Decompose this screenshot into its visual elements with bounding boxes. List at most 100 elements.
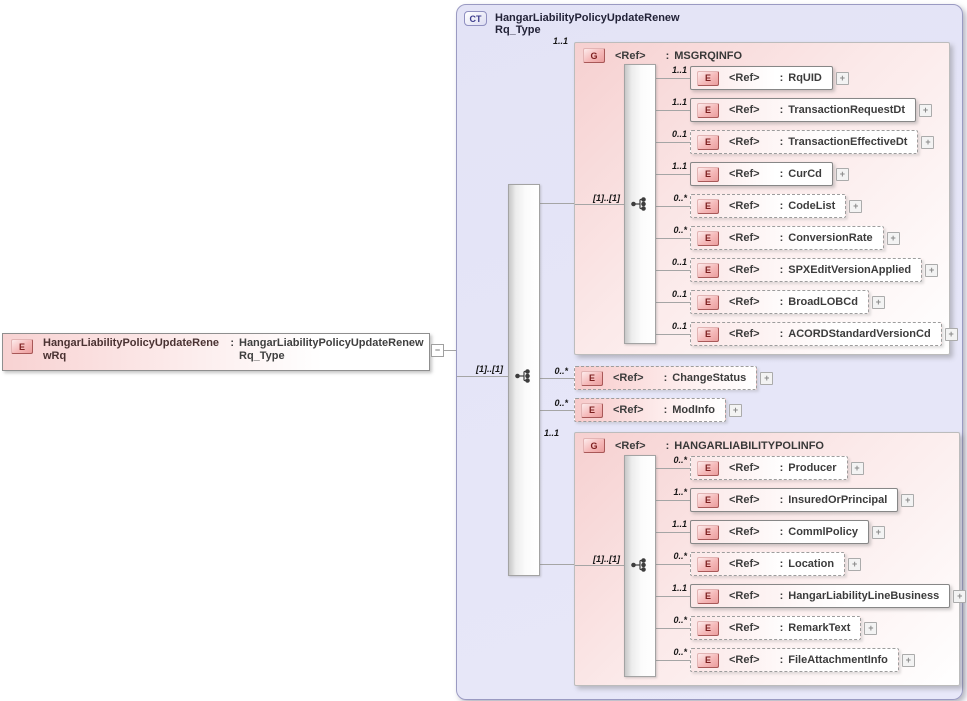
expand-icon[interactable]: +: [901, 494, 914, 507]
expand-icon[interactable]: +: [925, 264, 938, 277]
cardinality-label: 1..1: [523, 428, 559, 438]
root-element-box[interactable]: E HangarLiabilityPolicyUpdateRenewRq : H…: [2, 333, 430, 371]
element-box[interactable]: E <Ref> : FileAttachmentInfo: [690, 648, 899, 672]
cardinality-label: 0..*: [535, 366, 568, 376]
expand-icon[interactable]: +: [872, 526, 885, 539]
cardinality-label: 0..1: [649, 321, 687, 331]
element-icon: E: [697, 231, 719, 246]
expand-icon[interactable]: +: [945, 328, 958, 341]
element-row: E <Ref> : TransactionRequestDt +: [690, 98, 932, 122]
element-box[interactable]: E <Ref> : TransactionRequestDt: [690, 98, 916, 122]
expand-icon[interactable]: +: [848, 558, 861, 571]
element-row: E <Ref> : ModInfo +: [574, 398, 742, 422]
ref-label: <Ref>: [615, 440, 646, 452]
element-box[interactable]: E <Ref> : ConversionRate: [690, 226, 884, 250]
connector-line: [654, 174, 690, 175]
ref-label: <Ref>: [729, 104, 760, 116]
connector-line: [654, 532, 690, 533]
cardinality-label: 0..1: [649, 129, 687, 139]
element-icon: E: [697, 461, 719, 476]
expand-icon[interactable]: +: [851, 462, 864, 475]
colon: :: [780, 72, 784, 84]
element-row: E <Ref> : ChangeStatus +: [574, 366, 773, 390]
expand-icon[interactable]: +: [849, 200, 862, 213]
expand-icon[interactable]: +: [921, 136, 934, 149]
sequence-icon: [631, 557, 647, 573]
ref-label: <Ref>: [729, 494, 760, 506]
element-name: RqUID: [788, 72, 822, 84]
group-box-hangarliabilitypolinfo: G <Ref> : HANGARLIABILITYPOLINFO [1]..[1…: [574, 432, 960, 686]
ref-label: <Ref>: [729, 200, 760, 212]
element-box[interactable]: E <Ref> : CommlPolicy: [690, 520, 869, 544]
element-box[interactable]: E <Ref> : ACORDStandardVersionCd: [690, 322, 942, 346]
element-box[interactable]: E <Ref> : BroadLOBCd: [690, 290, 869, 314]
element-box[interactable]: E <Ref> : ChangeStatus: [574, 366, 757, 390]
ref-label: <Ref>: [729, 168, 760, 180]
element-icon: E: [697, 135, 719, 150]
expand-icon[interactable]: +: [760, 372, 773, 385]
element-icon: E: [697, 621, 719, 636]
cardinality-label: 1..1: [649, 97, 687, 107]
element-box[interactable]: E <Ref> : CodeList: [690, 194, 846, 218]
element-box[interactable]: E <Ref> : SPXEditVersionApplied: [690, 258, 922, 282]
element-name: InsuredOrPrincipal: [788, 494, 887, 506]
ref-label: <Ref>: [729, 72, 760, 84]
element-name: ChangeStatus: [672, 372, 746, 384]
complex-type-container: CT HangarLiabilityPolicyUpdateRenewRq_Ty…: [456, 4, 963, 700]
element-icon: E: [697, 327, 719, 342]
group-header[interactable]: G <Ref> : HANGARLIABILITYPOLINFO: [583, 438, 824, 453]
connector-line: [538, 410, 574, 411]
element-box[interactable]: E <Ref> : Location: [690, 552, 845, 576]
collapse-toggle-icon[interactable]: −: [431, 344, 444, 357]
element-icon: E: [697, 295, 719, 310]
ref-label: <Ref>: [729, 654, 760, 666]
element-icon: E: [697, 653, 719, 668]
element-row: E <Ref> : CodeList +: [690, 194, 862, 218]
colon: :: [230, 337, 234, 350]
group-name: HANGARLIABILITYPOLINFO: [674, 440, 824, 452]
element-name: CurCd: [788, 168, 822, 180]
element-box[interactable]: E <Ref> : InsuredOrPrincipal: [690, 488, 898, 512]
element-box[interactable]: E <Ref> : ModInfo: [574, 398, 726, 422]
element-icon: E: [697, 167, 719, 182]
colon: :: [666, 50, 670, 62]
expand-icon[interactable]: +: [887, 232, 900, 245]
element-row: E <Ref> : FileAttachmentInfo +: [690, 648, 915, 672]
element-icon: E: [11, 339, 33, 354]
connector-line: [654, 468, 690, 469]
cardinality-label: 0..*: [649, 455, 687, 465]
element-row: E <Ref> : CurCd +: [690, 162, 849, 186]
ref-label: <Ref>: [729, 526, 760, 538]
element-box[interactable]: E <Ref> : HangarLiabilityLineBusiness: [690, 584, 950, 608]
cardinality-label: 1..1: [649, 161, 687, 171]
expand-icon[interactable]: +: [836, 168, 849, 181]
root-element-type-name: HangarLiabilityPolicyUpdateRenewRq_Type: [239, 337, 429, 363]
ref-label: <Ref>: [729, 590, 760, 602]
connector-line: [654, 302, 690, 303]
expand-icon[interactable]: +: [872, 296, 885, 309]
element-box[interactable]: E <Ref> : RemarkText: [690, 616, 861, 640]
element-box[interactable]: E <Ref> : Producer: [690, 456, 848, 480]
element-box[interactable]: E <Ref> : CurCd: [690, 162, 833, 186]
cardinality-label: 0..*: [535, 398, 568, 408]
ref-label: <Ref>: [613, 372, 644, 384]
expand-icon[interactable]: +: [902, 654, 915, 667]
element-icon: E: [697, 589, 719, 604]
expand-icon[interactable]: +: [729, 404, 742, 417]
expand-icon[interactable]: +: [919, 104, 932, 117]
expand-icon[interactable]: +: [864, 622, 877, 635]
expand-icon[interactable]: +: [836, 72, 849, 85]
complex-type-header[interactable]: CT HangarLiabilityPolicyUpdateRenewRq_Ty…: [464, 11, 685, 36]
element-row: E <Ref> : TransactionEffectiveDt +: [690, 130, 934, 154]
element-box[interactable]: E <Ref> : TransactionEffectiveDt: [690, 130, 918, 154]
connector-line: [654, 270, 690, 271]
ref-label: <Ref>: [729, 622, 760, 634]
cardinality-label: 1..1: [534, 36, 568, 46]
element-box[interactable]: E <Ref> : RqUID: [690, 66, 833, 90]
element-name: CommlPolicy: [788, 526, 858, 538]
colon: :: [780, 296, 784, 308]
expand-icon[interactable]: +: [953, 590, 966, 603]
group-header[interactable]: G <Ref> : MSGRQINFO: [583, 48, 742, 63]
element-row: E <Ref> : CommlPolicy +: [690, 520, 885, 544]
element-row: E <Ref> : Location +: [690, 552, 861, 576]
